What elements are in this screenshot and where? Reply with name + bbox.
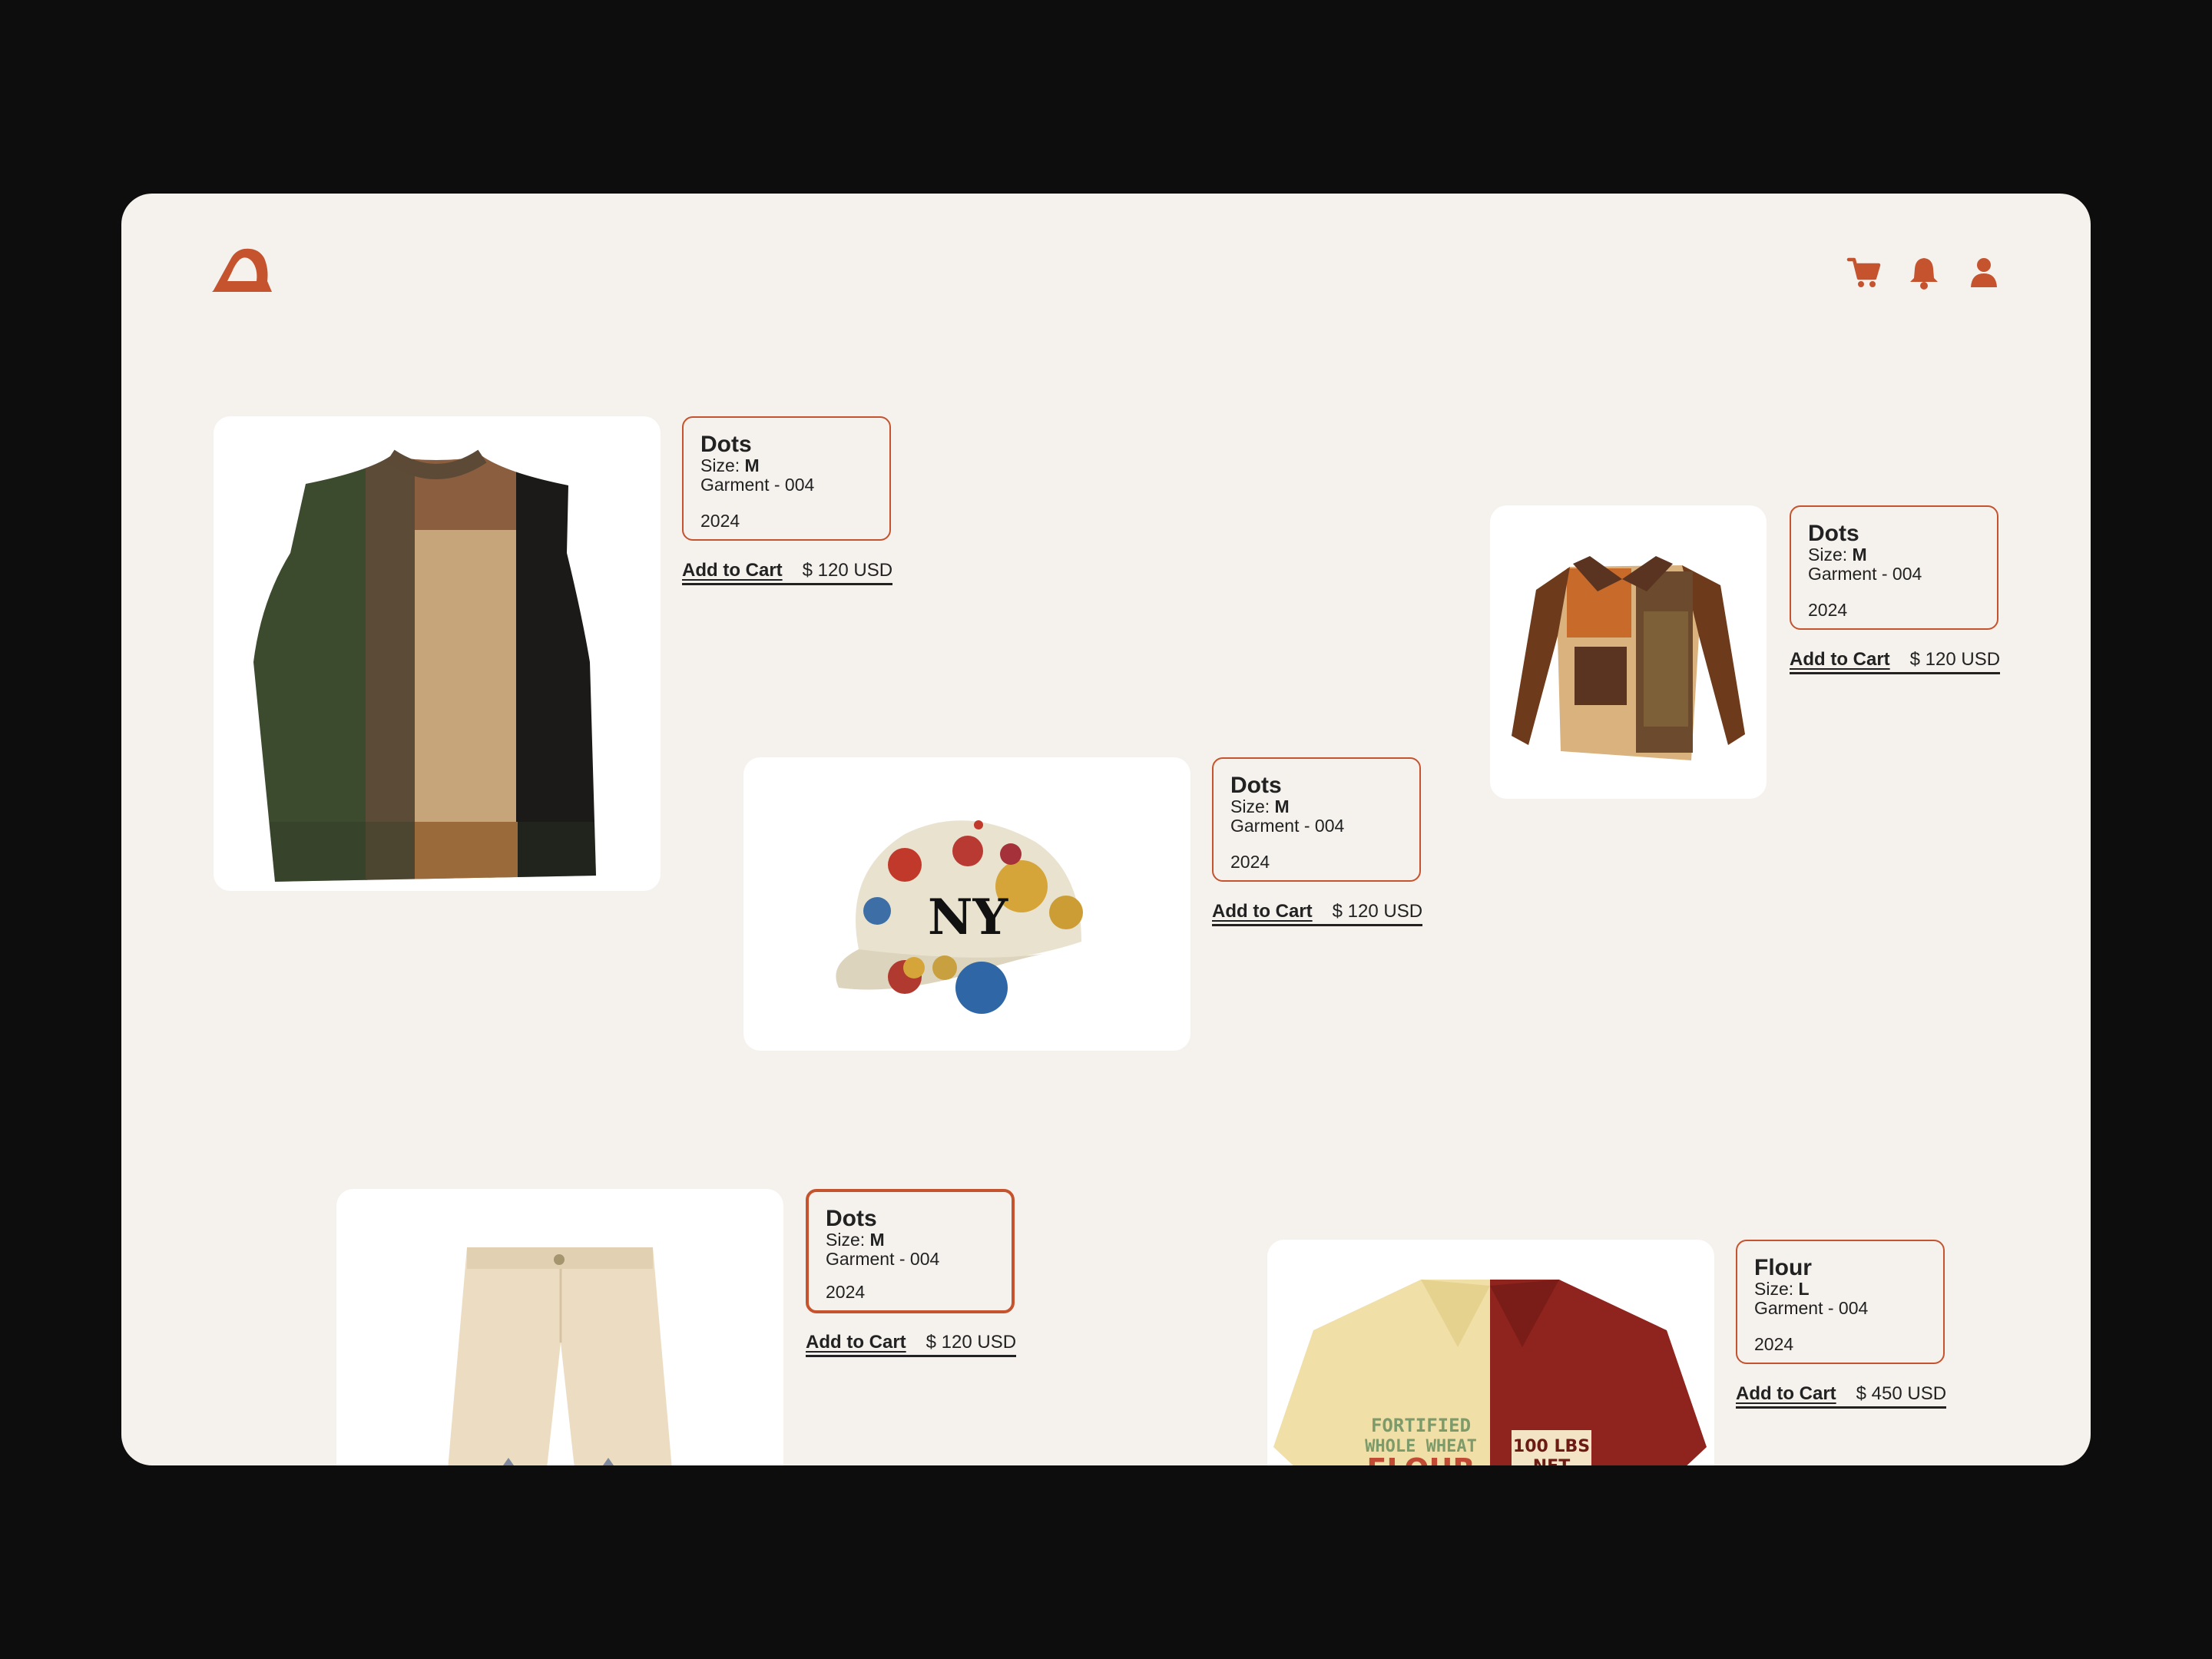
add-to-cart-row: Add to Cart $ 120 USD <box>1790 649 2001 674</box>
product-year: 2024 <box>700 511 740 531</box>
add-to-cart-row: Add to Cart $ 450 USD <box>1736 1383 1947 1409</box>
size-value: M <box>1274 796 1290 816</box>
product-name: Dots <box>1808 521 1859 546</box>
size-label: Size: <box>700 455 740 475</box>
shirt-print-text: FLOUR <box>1366 1452 1475 1465</box>
cart-icon[interactable] <box>1846 255 1882 290</box>
product-price: $ 450 USD <box>1856 1383 1947 1404</box>
product-year: 2024 <box>1230 852 1270 872</box>
size-value: M <box>1852 545 1867 565</box>
shirt-print-text: FORTIFIED <box>1371 1415 1471 1436</box>
add-to-cart-button[interactable]: Add to Cart <box>1790 649 1890 671</box>
product-info-card: Dots Size: M Garment - 004 2024 <box>1212 757 1421 882</box>
patchwork-jacket-image <box>1512 556 1745 760</box>
product-garment: Garment - 004 <box>1230 816 1345 836</box>
flour-shirt-image: 100 LBS NET FORTIFIED WHOLE WHEAT FLOUR <box>1273 1280 1707 1465</box>
shirt-patch-text: NET <box>1533 1457 1570 1465</box>
add-to-cart-row: Add to Cart $ 120 USD <box>682 560 893 585</box>
product-info-card: Dots Size: M Garment - 004 2024 <box>682 416 891 541</box>
add-to-cart-button[interactable]: Add to Cart <box>682 560 783 581</box>
product-year: 2024 <box>826 1282 866 1302</box>
size-value: M <box>869 1230 885 1250</box>
product-price: $ 120 USD <box>802 560 893 581</box>
add-to-cart-row: Add to Cart $ 120 USD <box>806 1332 1017 1357</box>
product-name: Dots <box>700 432 752 457</box>
product-name: Dots <box>826 1206 877 1231</box>
product-garment: Garment - 004 <box>1754 1298 1869 1318</box>
size-label: Size: <box>826 1230 866 1250</box>
size-value: M <box>744 455 760 475</box>
product-info-card: Flour Size: L Garment - 004 2024 <box>1736 1240 1945 1364</box>
product-garment: Garment - 004 <box>826 1249 940 1269</box>
product-image-jacket[interactable] <box>1490 505 1767 799</box>
add-to-cart-button[interactable]: Add to Cart <box>1736 1383 1836 1405</box>
user-icon[interactable] <box>1966 255 2002 290</box>
product-year: 2024 <box>1808 600 1848 620</box>
size-value: L <box>1798 1279 1810 1299</box>
cream-pants-image <box>448 1247 672 1465</box>
add-to-cart-row: Add to Cart $ 120 USD <box>1212 901 1423 926</box>
product-size: Size: L <box>1754 1280 1928 1299</box>
product-price: $ 120 USD <box>926 1332 1017 1353</box>
product-info-card: Dots Size: M Garment - 004 2024 <box>806 1189 1015 1313</box>
svg-text:NY: NY <box>928 889 1009 946</box>
product-image-pants[interactable] <box>336 1189 783 1465</box>
shirt-patch-text: 100 LBS <box>1513 1437 1590 1456</box>
patchwork-vest-image <box>253 449 596 882</box>
product-image-cap[interactable]: NY <box>743 757 1190 1051</box>
product-garment: Garment - 004 <box>700 475 815 495</box>
product-name: Flour <box>1754 1255 1812 1280</box>
product-garment: Garment - 004 <box>1808 564 1922 584</box>
dotted-cap-image: NY <box>836 820 1083 1014</box>
size-label: Size: <box>1754 1279 1794 1299</box>
product-image-vest[interactable] <box>214 416 661 891</box>
product-size: Size: M <box>1808 545 1982 565</box>
product-image-shirt[interactable]: 100 LBS NET FORTIFIED WHOLE WHEAT FLOUR <box>1267 1240 1714 1465</box>
product-name: Dots <box>1230 773 1282 798</box>
bell-icon[interactable] <box>1906 255 1942 290</box>
product-year: 2024 <box>1754 1334 1794 1354</box>
add-to-cart-button[interactable]: Add to Cart <box>806 1332 906 1353</box>
product-price: $ 120 USD <box>1909 649 2001 670</box>
product-info-card: Dots Size: M Garment - 004 2024 <box>1790 505 1998 630</box>
add-to-cart-button[interactable]: Add to Cart <box>1212 901 1313 922</box>
product-price: $ 120 USD <box>1332 901 1423 922</box>
app-window: Dots Size: M Garment - 004 2024 Add to C… <box>121 194 2091 1465</box>
product-size: Size: M <box>826 1230 996 1250</box>
product-size: Size: M <box>1230 797 1404 816</box>
product-size: Size: M <box>700 456 874 475</box>
size-label: Size: <box>1230 796 1270 816</box>
size-label: Size: <box>1808 545 1848 565</box>
header-actions <box>1846 255 2002 290</box>
brand-logo[interactable] <box>209 243 273 296</box>
